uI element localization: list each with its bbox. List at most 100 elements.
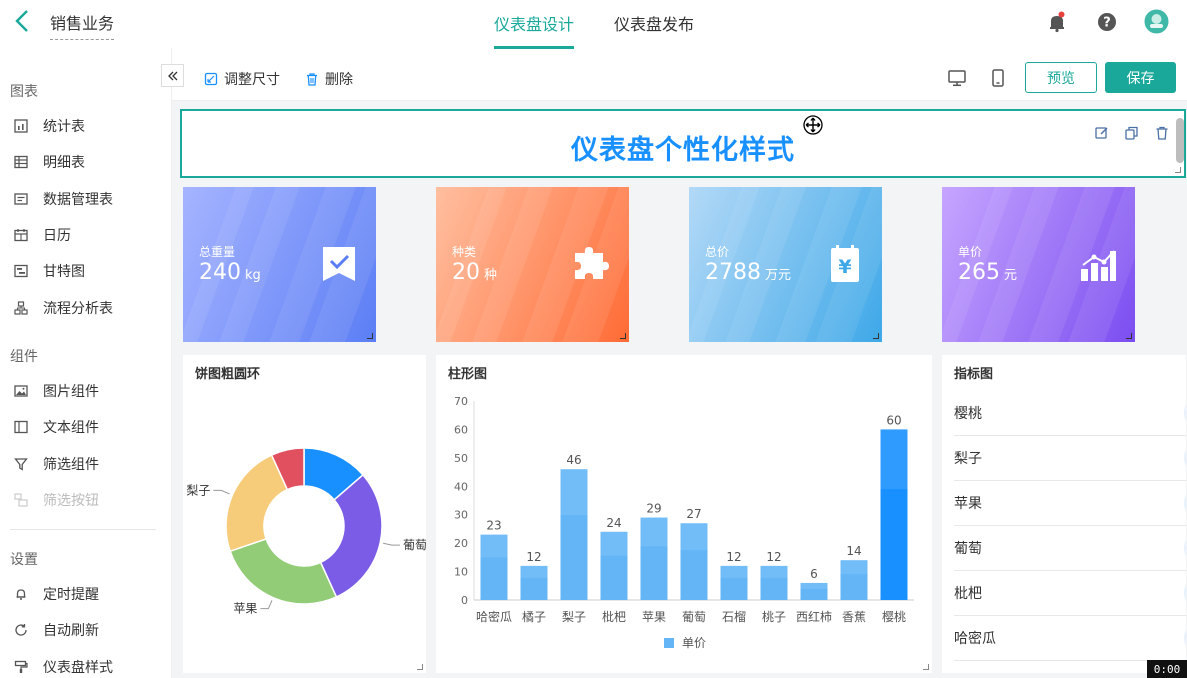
bar-value-label: 46 [566, 453, 581, 467]
indicator-value: 46 [1184, 439, 1186, 477]
indicator-list-panel[interactable]: 指标图 樱桃 60 梨子 46 苹果 29 葡萄 27 枇杷 24 哈密瓜 23 [942, 355, 1186, 673]
sidebar-item-label: 甘特图 [43, 264, 85, 280]
kpi-label: 总价 [705, 245, 730, 259]
bar-highlight [800, 582, 828, 589]
section-charts-title: 图表 [10, 84, 38, 100]
resize-button[interactable]: 调整尺寸 [204, 69, 280, 89]
desktop-view-icon[interactable] [947, 68, 967, 88]
tab-dashboard-publish[interactable]: 仪表盘发布 [614, 11, 694, 35]
kpi-value: 20 种 [452, 260, 497, 285]
bar-value-label: 12 [726, 550, 741, 564]
sidebar-item-image-component[interactable]: 图片组件 [14, 380, 99, 402]
delete-button[interactable]: 删除 [305, 69, 353, 89]
indicator-value: 27 [1184, 529, 1186, 567]
back-arrow-icon[interactable] [10, 8, 36, 34]
filter-button-icon [14, 493, 28, 507]
sidebar-item-detail-table[interactable]: 明细表 [14, 151, 85, 173]
resize-handle[interactable] [873, 333, 879, 339]
x-tick-label: 西红柿 [796, 609, 832, 624]
save-button[interactable]: 保存 [1105, 62, 1176, 93]
section-settings-title: 设置 [10, 552, 38, 568]
y-tick-label: 10 [454, 566, 468, 579]
dashboard-title-component[interactable]: 仪表盘个性化样式 [180, 109, 1186, 178]
mobile-view-icon[interactable] [988, 68, 1008, 88]
kpi-unit: 元 [1004, 268, 1018, 283]
sidebar-item-auto-refresh[interactable]: 自动刷新 [14, 619, 99, 641]
resize-label: 调整尺寸 [224, 72, 280, 88]
calendar-icon [14, 228, 28, 242]
resize-handle[interactable] [1126, 333, 1132, 339]
sidebar-item-dashboard-style[interactable]: 仪表盘样式 [14, 656, 113, 678]
indicator-value: 60 [1184, 394, 1186, 432]
brush-icon [14, 660, 28, 674]
legend-label: 单价 [682, 636, 706, 650]
move-cursor-icon [803, 115, 823, 135]
active-tab-indicator [494, 46, 574, 49]
kpi-label: 种类 [452, 245, 477, 259]
y-tick-label: 30 [454, 509, 468, 522]
resize-handle[interactable] [417, 664, 423, 670]
resize-handle[interactable] [367, 333, 373, 339]
refresh-icon [14, 623, 28, 637]
bar-value-label: 60 [886, 413, 901, 427]
bar-highlight [680, 523, 708, 551]
sidebar-item-text-component[interactable]: 文本组件 [14, 416, 99, 438]
resize-handle[interactable] [923, 664, 929, 670]
kpi-value: 265 元 [958, 260, 1017, 285]
bar-value-label: 6 [810, 567, 818, 581]
preview-button[interactable]: 预览 [1025, 62, 1097, 93]
bar-highlight [840, 560, 868, 575]
data-manage-icon [14, 192, 28, 206]
y-tick-label: 50 [454, 452, 468, 465]
sidebar-item-gantt[interactable]: 甘特图 [14, 260, 85, 282]
x-tick-label: 香蕉 [842, 610, 866, 624]
sidebar-item-label: 定时提醒 [43, 587, 99, 603]
sidebar-item-stat-table[interactable]: 统计表 [14, 115, 85, 137]
recording-timer: 0:00 [1147, 660, 1187, 678]
x-tick-label: 苹果 [642, 610, 666, 624]
sidebar-item-filter-component[interactable]: 筛选组件 [14, 453, 99, 475]
resize-handle[interactable] [1175, 167, 1181, 173]
tab-dashboard-design[interactable]: 仪表盘设计 [494, 11, 574, 35]
bar-value-label: 23 [486, 519, 501, 533]
donut-chart-panel[interactable]: 饼图粗圆环 葡萄 苹果 梨子 [183, 355, 426, 673]
kpi-label: 总重量 [199, 245, 236, 259]
sidebar-item-flow[interactable]: 流程分析表 [14, 297, 113, 319]
kpi-card-types[interactable]: 种类 20 种 [436, 187, 629, 342]
sidebar-item-label: 明细表 [43, 155, 85, 171]
kpi-card-total-weight[interactable]: 总重量 240 kg [183, 187, 376, 342]
bar-value-label: 12 [766, 550, 781, 564]
scrollbar-thumb[interactable] [1176, 118, 1184, 163]
sidebar-item-timed-reminder[interactable]: 定时提醒 [14, 583, 99, 605]
resize-handle[interactable] [620, 333, 626, 339]
indicator-value: 29 [1184, 484, 1186, 522]
kpi-card-unit-price[interactable]: 单价 265 元 [942, 187, 1135, 342]
indicator-name: 枇杷 [954, 586, 982, 602]
bar-highlight [520, 565, 548, 578]
help-icon[interactable]: ? [1095, 10, 1119, 34]
kpi-number: 265 [958, 260, 1000, 285]
sidebar-item-label: 自动刷新 [43, 623, 99, 639]
bar-chart-panel[interactable]: 柱形图 0 10 20 30 40 50 60 70 23 哈密瓜 12 橘子 46 梨子 24 枇杷 29 苹果… [436, 355, 932, 673]
donut-chart: 葡萄苹果 梨子 [186, 447, 426, 616]
x-tick-label: 桃子 [762, 609, 786, 624]
sidebar-item-calendar[interactable]: 日历 [14, 224, 71, 246]
sidebar-item-label: 图片组件 [43, 384, 99, 400]
bar-value-label: 12 [526, 550, 541, 564]
filter-icon [14, 457, 28, 471]
x-tick-label: 梨子 [562, 610, 586, 624]
edit-icon[interactable] [1094, 125, 1112, 143]
indicator-row: 哈密瓜 23 [954, 616, 1186, 661]
bar-value-label: 29 [646, 502, 661, 516]
bell-icon[interactable] [1045, 10, 1069, 34]
copy-icon[interactable] [1124, 125, 1142, 143]
delete-component-icon[interactable] [1154, 125, 1172, 143]
sidebar-item-label: 流程分析表 [43, 301, 113, 317]
kpi-card-total-price[interactable]: 总价 2788 万元 ¥ [689, 187, 882, 342]
avatar[interactable] [1144, 9, 1169, 34]
kpi-value: 2788 万元 [705, 260, 791, 285]
donut-label-line [213, 489, 230, 495]
app-title[interactable]: 销售业务 [50, 10, 115, 40]
sidebar-item-data-manage[interactable]: 数据管理表 [14, 188, 113, 210]
indicator-value: 24 [1184, 574, 1186, 612]
